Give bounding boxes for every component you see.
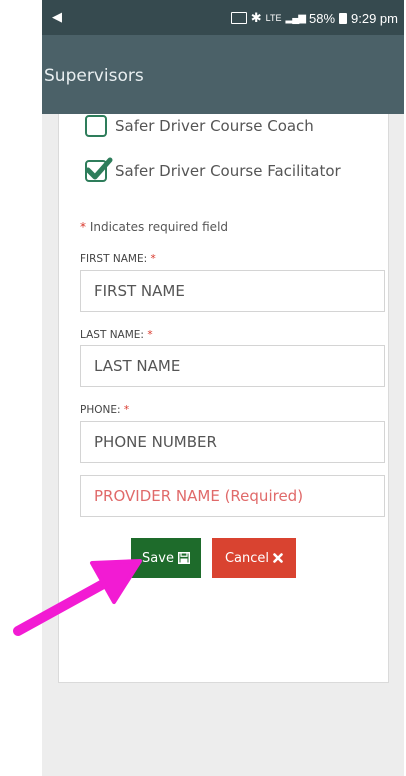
last-name-label-text: LAST NAME: xyxy=(80,329,144,341)
first-name-input[interactable]: FIRST NAME xyxy=(80,270,385,312)
checkbox-row-facilitator[interactable]: Safer Driver Course Facilitator xyxy=(85,156,341,186)
battery-percent: 58% xyxy=(308,10,336,26)
coach-checkbox-label: Safer Driver Course Coach xyxy=(115,117,314,135)
required-note: * Indicates required field xyxy=(80,220,228,234)
back-arrow-icon[interactable]: ◀ xyxy=(52,9,62,25)
checkmark-icon xyxy=(85,157,113,180)
phone-input[interactable]: PHONE NUMBER xyxy=(80,421,385,463)
volte-icon: LTE xyxy=(265,13,282,23)
checkbox-row-coach[interactable]: Safer Driver Course Coach xyxy=(85,111,314,141)
required-asterisk: * xyxy=(123,404,130,416)
signal-icon: ▂▄▆ xyxy=(285,12,306,24)
provider-name-input[interactable]: PROVIDER NAME (Required) xyxy=(80,475,385,517)
required-asterisk: * xyxy=(150,253,156,265)
pointing-arrow xyxy=(13,559,142,636)
required-asterisk: * xyxy=(80,220,86,234)
status-bar: ◀ ✱ LTE ▂▄▆ 58% 9:29 pm xyxy=(42,0,404,35)
last-name-input[interactable]: LAST NAME xyxy=(80,345,385,387)
close-icon xyxy=(273,553,283,563)
floppy-disk-icon xyxy=(177,552,190,564)
cancel-button[interactable]: Cancel xyxy=(212,538,296,578)
required-note-text: Indicates required field xyxy=(89,220,229,234)
app-bar: Supervisors xyxy=(42,35,404,114)
facilitator-checkbox-label: Safer Driver Course Facilitator xyxy=(115,162,341,180)
status-indicators: ✱ LTE ▂▄▆ 58% 9:29 pm xyxy=(230,10,398,26)
first-name-label: FIRST NAME: * xyxy=(80,253,156,265)
bluetooth-icon: ✱ xyxy=(250,10,262,25)
first-name-label-text: FIRST NAME: xyxy=(80,253,148,265)
last-name-label: LAST NAME: * xyxy=(80,329,153,341)
required-asterisk: * xyxy=(147,329,153,341)
battery-icon xyxy=(339,12,348,24)
phone-label: PHONE: * xyxy=(80,404,129,416)
clock: 9:29 pm xyxy=(351,10,398,26)
cancel-button-label: Cancel xyxy=(224,550,270,566)
page-title: Supervisors xyxy=(44,66,144,86)
phone-label-text: PHONE: xyxy=(80,404,121,416)
cast-icon xyxy=(230,12,247,24)
coach-checkbox[interactable] xyxy=(85,115,107,137)
facilitator-checkbox[interactable] xyxy=(85,157,113,182)
phone-screen: ◀ ✱ LTE ▂▄▆ 58% 9:29 pm Supervisors Safe… xyxy=(42,0,404,776)
